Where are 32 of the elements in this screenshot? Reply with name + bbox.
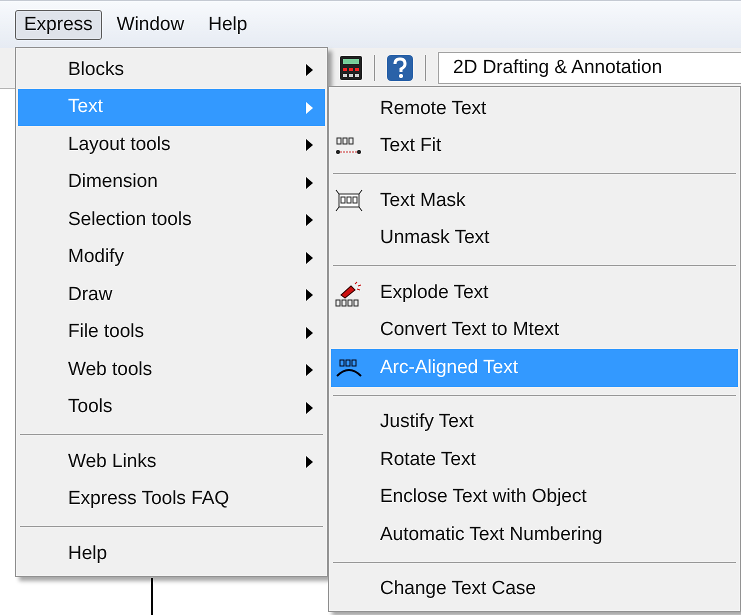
menu-bar-item[interactable]: Express [15,10,102,40]
menu-item[interactable]: Dimension [18,164,325,201]
menu-item[interactable]: Unmask Text [331,220,738,257]
menu-item[interactable]: Draw [18,276,325,314]
menu-item[interactable]: Change Text Case [331,570,738,608]
menu-item[interactable]: File tools [18,314,325,351]
menu-item[interactable]: Rotate Text [331,441,738,478]
menu-item[interactable]: Automatic Text Numbering [331,516,738,554]
workspace-dropdown[interactable]: 2D Drafting & Annotation [438,52,741,84]
menu-item[interactable]: Express Tools FAQ [18,480,325,518]
menu-item[interactable]: Web tools [18,351,325,388]
explode-text-icon [335,281,363,307]
menu-item[interactable]: Text Fit [331,128,738,165]
menu-item[interactable]: Justify Text [331,404,738,441]
menu-item[interactable]: Tools [18,388,325,426]
menu-item[interactable]: Blocks [18,51,325,88]
menu-bar-item[interactable]: Window [108,10,194,40]
menu-item[interactable]: Help [18,535,325,572]
menu-item[interactable]: Modify [18,238,325,276]
drawing-line [151,578,153,615]
menu-item[interactable]: Web Links [18,443,325,480]
menu-item[interactable]: Enclose Text with Object [331,478,738,516]
menu-item[interactable]: Text Mask [331,182,738,220]
text-mask-icon [335,189,363,213]
menu-item[interactable]: Remote Text [331,90,738,128]
calculator-icon[interactable] [340,56,362,80]
menu-item[interactable]: Explode Text [331,274,738,312]
menu-item[interactable]: Layout tools [18,126,325,164]
help-icon[interactable] [387,55,413,81]
menu-item[interactable]: Convert Text to Mtext [331,312,738,349]
menu-bar-item[interactable]: Help [199,10,256,40]
menu-item[interactable]: Selection tools [18,201,325,238]
